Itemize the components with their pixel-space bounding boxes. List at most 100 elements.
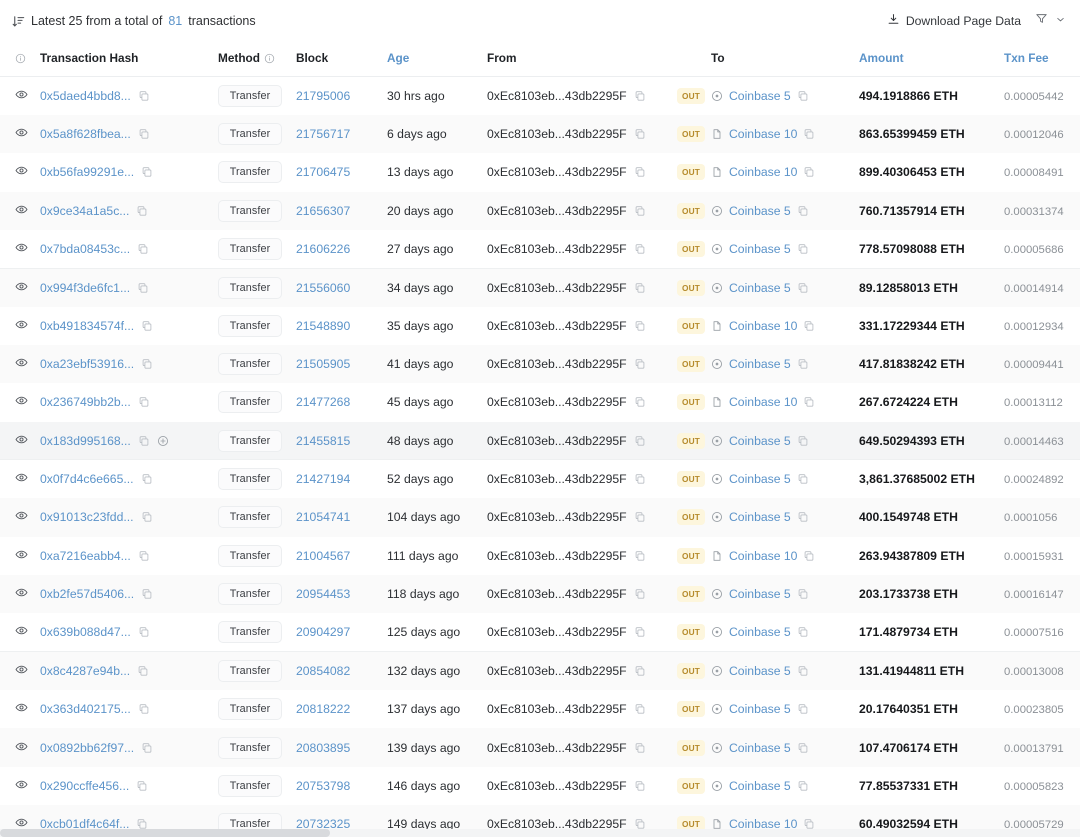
block-link[interactable]: 21455815 <box>296 434 350 448</box>
table-row[interactable]: 0x0f7d4c6e665...Transfer2142719452 days … <box>0 460 1080 498</box>
copy-icon[interactable] <box>141 588 153 600</box>
transaction-hash-link[interactable]: 0x639b088d47... <box>40 625 131 639</box>
copy-icon[interactable] <box>797 703 809 715</box>
copy-icon[interactable] <box>797 665 809 677</box>
transaction-hash-link[interactable]: 0x5a8f628fbea... <box>40 127 131 141</box>
transaction-hash-link[interactable]: 0xb491834574f... <box>40 319 134 333</box>
to-address-link[interactable]: Coinbase 5 <box>729 625 791 639</box>
copy-icon[interactable] <box>137 665 149 677</box>
transaction-hash-link[interactable]: 0xa23ebf53916... <box>40 357 134 371</box>
method-badge[interactable]: Transfer <box>218 698 282 720</box>
row-preview-cell[interactable] <box>0 422 40 460</box>
row-preview-cell[interactable] <box>0 307 40 345</box>
to-address-link[interactable]: Coinbase 5 <box>729 702 791 716</box>
row-preview-cell[interactable] <box>0 652 40 690</box>
th-to[interactable]: To <box>711 42 859 77</box>
method-badge[interactable]: Transfer <box>218 583 282 605</box>
row-preview-cell[interactable] <box>0 153 40 191</box>
row-preview-cell[interactable] <box>0 537 40 575</box>
transaction-hash-link[interactable]: 0x7bda08453c... <box>40 242 130 256</box>
copy-icon[interactable] <box>803 166 815 178</box>
row-preview-cell[interactable] <box>0 498 40 536</box>
from-address[interactable]: 0xEc8103eb...43db2295F <box>487 664 627 678</box>
block-link[interactable]: 21606226 <box>296 242 350 256</box>
eye-icon[interactable] <box>15 320 28 334</box>
table-row[interactable]: 0x183d995168...Transfer2145581548 days a… <box>0 422 1080 460</box>
sort-descending-icon[interactable] <box>12 15 25 28</box>
transaction-hash-link[interactable]: 0x8c4287e94b... <box>40 664 130 678</box>
eye-icon[interactable] <box>15 166 28 180</box>
block-link[interactable]: 21505905 <box>296 357 350 371</box>
transaction-hash-link[interactable]: 0xb2fe57d5406... <box>40 587 134 601</box>
from-address[interactable]: 0xEc8103eb...43db2295F <box>487 127 627 141</box>
eye-icon[interactable] <box>15 358 28 372</box>
copy-icon[interactable] <box>803 320 815 332</box>
method-badge[interactable]: Transfer <box>218 506 282 528</box>
table-row[interactable]: 0x7bda08453c...Transfer2160622627 days a… <box>0 230 1080 268</box>
from-address[interactable]: 0xEc8103eb...43db2295F <box>487 702 627 716</box>
to-address-link[interactable]: Coinbase 10 <box>729 395 797 409</box>
copy-icon[interactable] <box>797 90 809 102</box>
to-address-link[interactable]: Coinbase 5 <box>729 204 791 218</box>
copy-icon[interactable] <box>634 703 646 715</box>
th-from[interactable]: From <box>487 42 677 77</box>
to-address-link[interactable]: Coinbase 5 <box>729 357 791 371</box>
eye-icon[interactable] <box>15 435 28 449</box>
from-address[interactable]: 0xEc8103eb...43db2295F <box>487 779 627 793</box>
method-badge[interactable]: Transfer <box>218 660 282 682</box>
from-address[interactable]: 0xEc8103eb...43db2295F <box>487 510 627 524</box>
table-row[interactable]: 0x363d402175...Transfer20818222137 days … <box>0 690 1080 728</box>
transaction-hash-link[interactable]: 0x290ccffe456... <box>40 779 129 793</box>
eye-icon[interactable] <box>15 396 28 410</box>
eye-icon[interactable] <box>15 588 28 602</box>
from-address[interactable]: 0xEc8103eb...43db2295F <box>487 625 627 639</box>
from-address[interactable]: 0xEc8103eb...43db2295F <box>487 281 627 295</box>
copy-icon[interactable] <box>634 90 646 102</box>
copy-icon[interactable] <box>634 742 646 754</box>
from-address[interactable]: 0xEc8103eb...43db2295F <box>487 741 627 755</box>
table-row[interactable]: 0x5daed4bbd8...Transfer2179500630 hrs ag… <box>0 77 1080 115</box>
copy-icon[interactable] <box>634 473 646 485</box>
from-address[interactable]: 0xEc8103eb...43db2295F <box>487 357 627 371</box>
download-page-data-button[interactable]: Download Page Data <box>887 13 1021 29</box>
to-address-link[interactable]: Coinbase 5 <box>729 664 791 678</box>
copy-icon[interactable] <box>138 626 150 638</box>
block-link[interactable]: 21548890 <box>296 319 350 333</box>
transaction-hash-link[interactable]: 0x994f3de6fc1... <box>40 281 130 295</box>
copy-icon[interactable] <box>634 780 646 792</box>
th-age[interactable]: Age <box>387 42 487 77</box>
transaction-hash-link[interactable]: 0xb56fa99291e... <box>40 165 134 179</box>
copy-icon[interactable] <box>137 243 149 255</box>
copy-icon[interactable] <box>141 166 153 178</box>
from-address[interactable]: 0xEc8103eb...43db2295F <box>487 242 627 256</box>
table-row[interactable]: 0xa23ebf53916...Transfer2150590541 days … <box>0 345 1080 383</box>
transaction-hash-link[interactable]: 0x9ce34a1a5c... <box>40 204 129 218</box>
from-address[interactable]: 0xEc8103eb...43db2295F <box>487 549 627 563</box>
copy-icon[interactable] <box>634 626 646 638</box>
transaction-hash-link[interactable]: 0x236749bb2b... <box>40 395 131 409</box>
copy-icon[interactable] <box>797 473 809 485</box>
to-address-link[interactable]: Coinbase 10 <box>729 549 797 563</box>
eye-icon[interactable] <box>15 473 28 487</box>
copy-icon[interactable] <box>634 282 646 294</box>
block-link[interactable]: 20818222 <box>296 702 350 716</box>
row-preview-cell[interactable] <box>0 460 40 498</box>
eye-icon[interactable] <box>15 703 28 717</box>
block-link[interactable]: 21795006 <box>296 89 350 103</box>
copy-icon[interactable] <box>141 320 153 332</box>
row-preview-cell[interactable] <box>0 690 40 728</box>
to-address-link[interactable]: Coinbase 5 <box>729 741 791 755</box>
copy-icon[interactable] <box>141 473 153 485</box>
block-link[interactable]: 21427194 <box>296 472 350 486</box>
eye-icon[interactable] <box>15 780 28 794</box>
eye-icon[interactable] <box>15 205 28 219</box>
copy-icon[interactable] <box>141 511 153 523</box>
block-link[interactable]: 20803895 <box>296 741 350 755</box>
method-badge[interactable]: Transfer <box>218 238 282 260</box>
copy-icon[interactable] <box>634 358 646 370</box>
row-preview-cell[interactable] <box>0 575 40 613</box>
method-badge[interactable]: Transfer <box>218 315 282 337</box>
to-address-link[interactable]: Coinbase 5 <box>729 779 791 793</box>
copy-icon[interactable] <box>797 511 809 523</box>
transaction-hash-link[interactable]: 0x91013c23fdd... <box>40 510 134 524</box>
